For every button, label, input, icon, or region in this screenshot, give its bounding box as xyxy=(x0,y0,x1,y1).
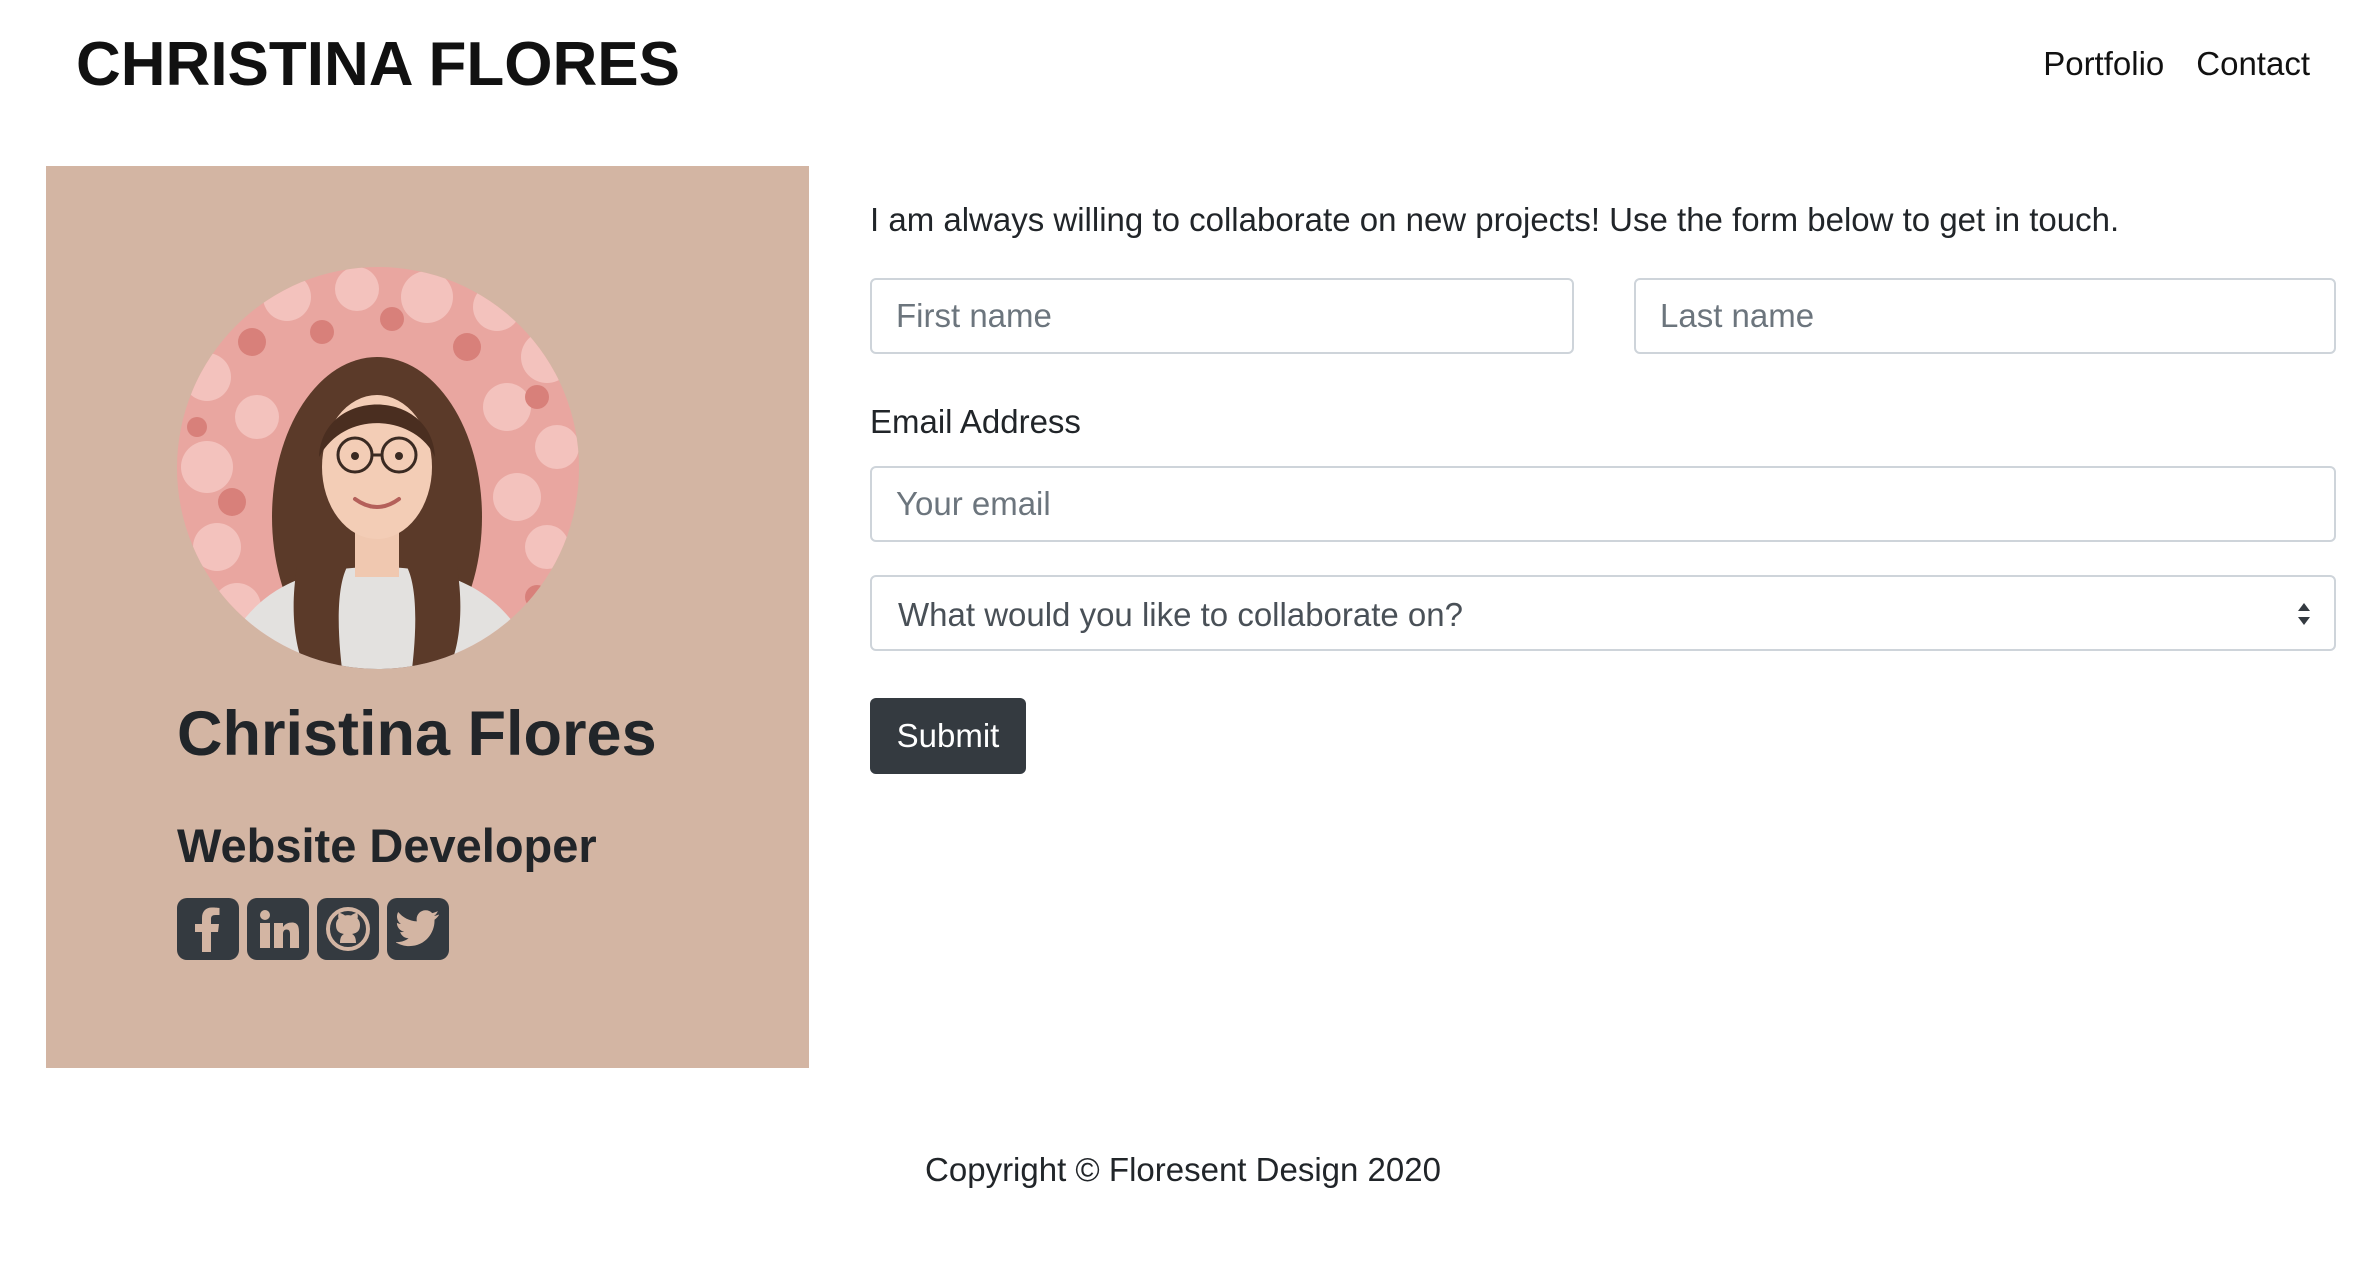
copyright-text: Copyright © Floresent Design 2020 xyxy=(925,1151,1441,1188)
profile-card: Christina Flores Website Developer xyxy=(46,166,809,1068)
email-label: Email Address xyxy=(870,403,1081,440)
submit-button[interactable]: Submit xyxy=(870,698,1026,774)
profile-role: Website Developer xyxy=(177,819,597,872)
facebook-icon[interactable] xyxy=(177,898,239,960)
contact-intro: I am always willing to collaborate on ne… xyxy=(870,201,2120,238)
social-links xyxy=(177,898,449,960)
nav-link-contact[interactable]: Contact xyxy=(2196,44,2310,84)
site-footer: Copyright © Floresent Design 2020 xyxy=(0,1148,2376,1192)
last-name-input[interactable] xyxy=(1634,278,2336,354)
twitter-icon[interactable] xyxy=(387,898,449,960)
collaboration-select[interactable]: What would you like to collaborate on? xyxy=(870,575,2336,651)
profile-photo xyxy=(177,267,579,669)
profile-name: Christina Flores xyxy=(177,699,657,769)
select-arrows-icon xyxy=(2298,603,2310,625)
collaboration-select-value: What would you like to collaborate on? xyxy=(898,596,1463,633)
site-header: CHRISTINA FLORES Portfolio Contact xyxy=(0,0,2376,140)
nav-link-portfolio[interactable]: Portfolio xyxy=(2043,44,2164,84)
email-input[interactable] xyxy=(870,466,2336,542)
github-icon[interactable] xyxy=(317,898,379,960)
main-nav: Portfolio Contact xyxy=(2043,44,2310,84)
first-name-input[interactable] xyxy=(870,278,1574,354)
linkedin-icon[interactable] xyxy=(247,898,309,960)
site-brand[interactable]: CHRISTINA FLORES xyxy=(76,30,680,100)
